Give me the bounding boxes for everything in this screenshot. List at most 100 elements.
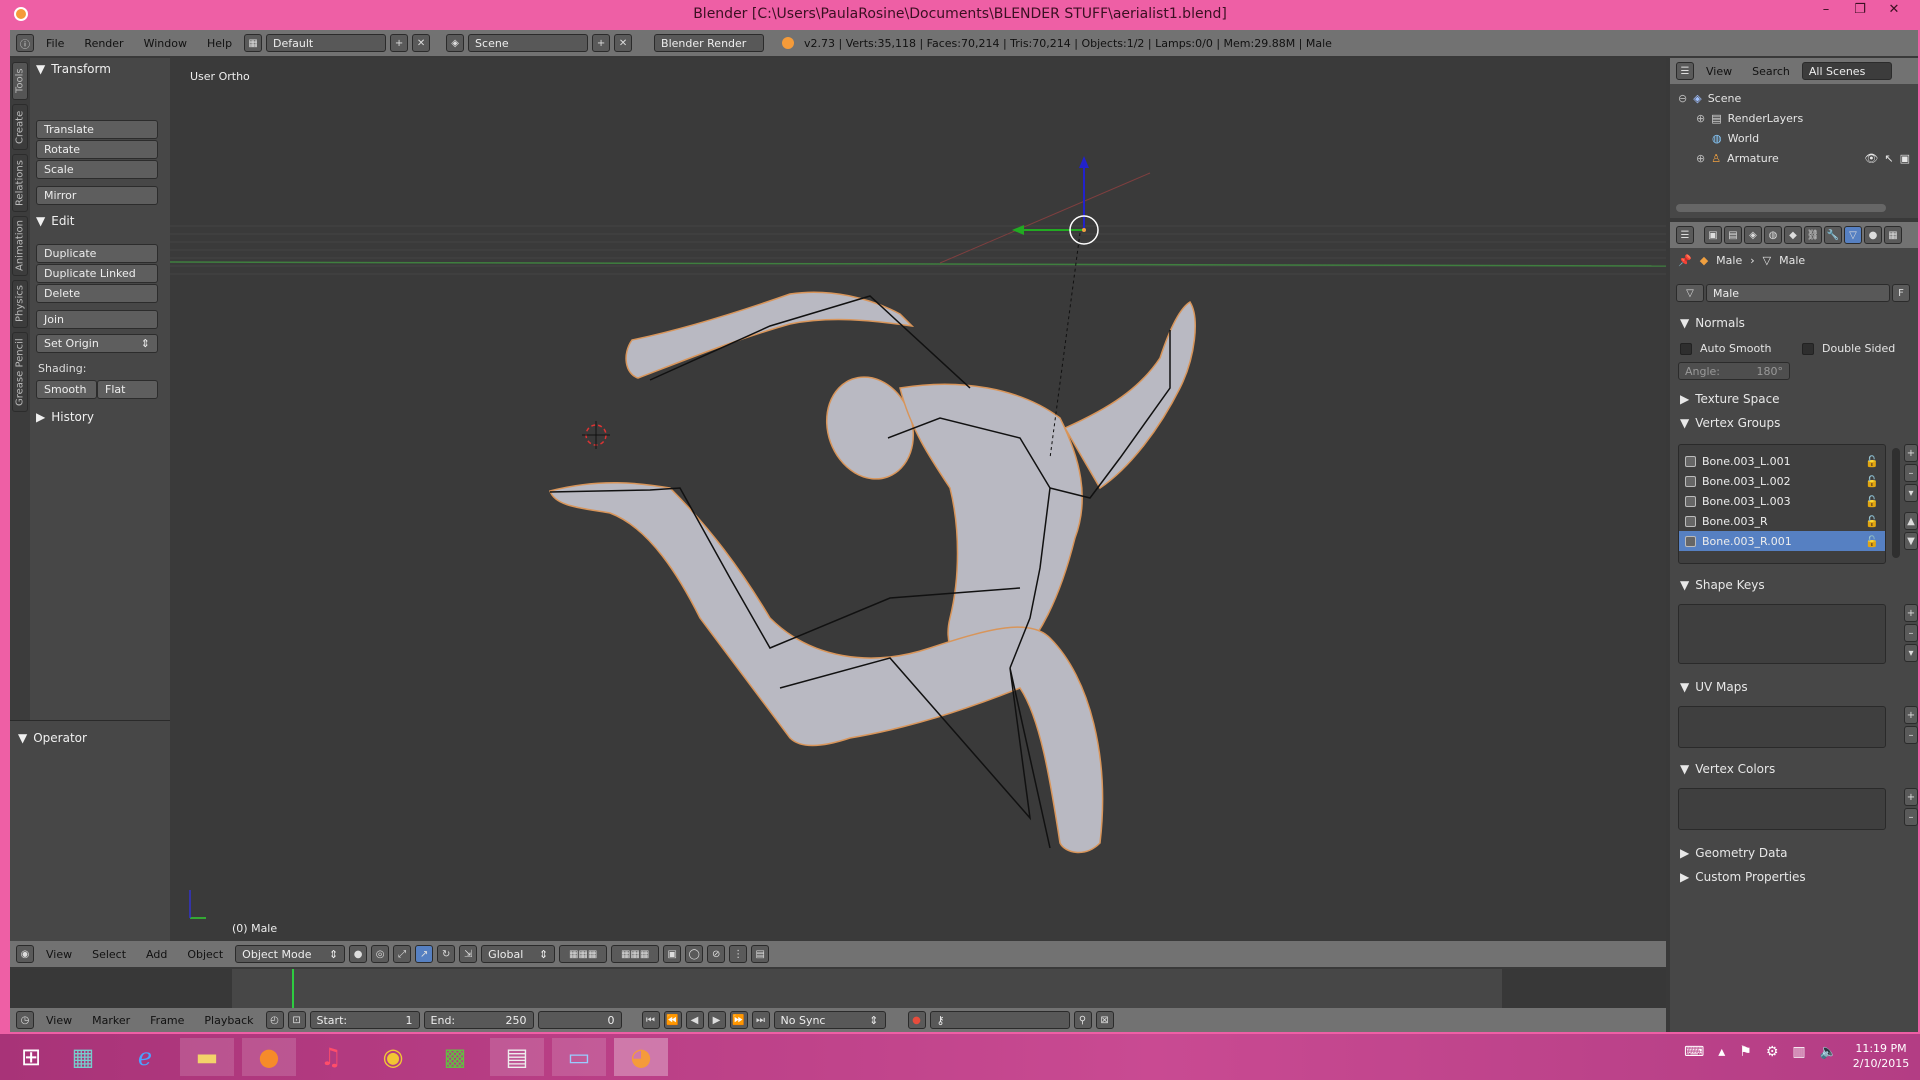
layers-grid-2-icon[interactable]: ▦▦▦ [611,945,660,963]
remove-screen-icon[interactable]: ✕ [412,34,431,52]
mode-select[interactable]: Object Mode ⇕ [235,945,346,963]
lock-icon[interactable]: 🔓 [1865,455,1879,468]
tab-create[interactable]: Create [12,104,28,150]
close-button[interactable]: ✕ [1880,2,1908,17]
world-tab-icon[interactable]: ◍ [1764,226,1782,244]
tab-grease-pencil[interactable]: Grease Pencil [12,332,28,412]
edit-panel-header[interactable]: ▼ Edit [36,214,74,228]
timeline-editor-icon[interactable]: ◷ [16,1011,34,1029]
firefox-icon[interactable]: ● [242,1038,296,1076]
vertex-group-item[interactable]: Bone.003_R 🔓 [1679,511,1885,531]
minecraft-icon[interactable]: ▩ [428,1038,482,1076]
current-frame-marker[interactable] [291,969,294,1009]
end-frame-field[interactable]: End: 250 [423,1011,534,1029]
render-layers-tab-icon[interactable]: ▤ [1724,226,1742,244]
add-scene-icon[interactable]: + [592,34,611,52]
lock-icon[interactable]: 🔓 [1865,535,1879,548]
scale-manipulator-icon[interactable]: ⇲ [459,945,478,963]
vertex-colors-panel-header[interactable]: ▼ Vertex Colors [1670,758,1775,780]
flag-icon[interactable]: ⚑ [1739,1044,1752,1060]
scene-field[interactable]: Scene [468,34,589,52]
material-tab-icon[interactable]: ● [1864,226,1882,244]
outliner-item-scene[interactable]: ⊖ ◈ Scene [1678,92,1741,105]
scene-tab-icon[interactable]: ◈ [1744,226,1762,244]
jump-end-icon[interactable]: ⏭ [751,1011,770,1029]
render-engine-select[interactable]: Blender Render [654,34,765,52]
properties-editor-icon[interactable]: ☰ [1676,226,1694,244]
translate-button[interactable]: Translate [36,120,158,139]
menu-outliner-view[interactable]: View [1698,65,1740,78]
render-preview-icon[interactable]: ▤ [751,945,770,963]
tab-tools[interactable]: Tools [12,62,28,100]
vertex-group-item[interactable]: Bone.003_L.002 🔓 [1679,471,1885,491]
outliner-scrollbar[interactable] [1676,204,1886,212]
blender-icon[interactable]: ◕ [614,1038,668,1076]
select-arrow-icon[interactable]: ↖ [1884,152,1893,165]
add-screen-icon[interactable]: + [390,34,409,52]
snap-target-icon[interactable]: ⋮ [729,945,748,963]
operator-panel-header[interactable]: ▼ Operator [18,731,87,745]
clock[interactable]: 11:19 PM 2/10/2015 [1846,1041,1916,1071]
data-tab-icon[interactable]: ▽ [1844,226,1862,244]
smooth-shading-button[interactable]: Smooth [36,380,97,399]
vertex-group-specials-button[interactable]: ▾ [1904,484,1918,502]
rotate-manipulator-icon[interactable]: ↻ [437,945,456,963]
lock-icon[interactable]: 🔓 [1865,475,1879,488]
menu-object[interactable]: Object [179,948,231,961]
maximize-button[interactable]: ❐ [1846,2,1874,17]
move-up-button[interactable]: ▲ [1904,512,1918,530]
texture-tab-icon[interactable]: ▦ [1884,226,1902,244]
auto-smooth-checkbox[interactable]: Auto Smooth [1680,342,1771,355]
outliner-item-armature[interactable]: ⊕ ♙ Armature 👁 ↖ ▣ [1696,152,1910,165]
menu-select[interactable]: Select [84,948,134,961]
outliner-item-world[interactable]: ◍ World [1712,132,1759,145]
lock-icon[interactable]: 🔓 [1865,515,1879,528]
mesh-browse-icon[interactable]: ▽ [1676,284,1704,302]
delete-button[interactable]: Delete [36,284,158,303]
rotate-button[interactable]: Rotate [36,140,158,159]
menu-add[interactable]: Add [138,948,175,961]
viewport-shading-icon[interactable]: ● [349,945,368,963]
double-sided-checkbox[interactable]: Double Sided [1802,342,1895,355]
lock-range-icon[interactable]: ⊡ [287,1011,306,1029]
jump-start-icon[interactable]: ⏮ [641,1011,660,1029]
shape-keys-list[interactable] [1678,604,1886,664]
object-tab-icon[interactable]: ◆ [1784,226,1802,244]
3d-viewport[interactable]: User Ortho (0) Male [170,58,1666,941]
uv-maps-panel-header[interactable]: ▼ UV Maps [1670,676,1748,698]
menu-view[interactable]: View [38,948,80,961]
uv-maps-list[interactable] [1678,706,1886,748]
set-origin-select[interactable]: Set Origin ⇕ [36,334,158,353]
tab-relations[interactable]: Relations [12,154,28,212]
layers-grid-icon[interactable]: ▦▦▦ [559,945,608,963]
constraints-tab-icon[interactable]: ⛓ [1804,226,1822,244]
remove-scene-icon[interactable]: ✕ [614,34,633,52]
menu-search[interactable]: Search [1744,65,1798,78]
move-down-button[interactable]: ▼ [1904,532,1918,550]
vertex-group-item[interactable]: Bone.003_L.003 🔓 [1679,491,1885,511]
screen-layout-field[interactable]: Default [266,34,387,52]
translate-manipulator-icon[interactable]: ↗ [415,945,434,963]
minimize-button[interactable]: – [1812,2,1840,17]
lock-icon[interactable]: 🔓 [1865,495,1879,508]
current-frame-field[interactable]: 0 [537,1011,622,1029]
explorer-tiles-icon[interactable]: ▦ [56,1038,110,1076]
keying-set-field[interactable]: ⚷ [929,1011,1070,1029]
start-frame-field[interactable]: Start: 1 [309,1011,420,1029]
keyboard-icon[interactable]: ⌨ [1684,1044,1704,1060]
scale-button[interactable]: Scale [36,160,158,179]
render-camera-icon[interactable]: ▣ [1900,152,1910,165]
vertex-group-item[interactable]: Bone.003_L.001 🔓 [1679,451,1885,471]
tab-physics[interactable]: Physics [12,280,28,328]
remove-shape-key-button[interactable]: – [1904,624,1918,642]
remove-uv-map-button[interactable]: – [1904,726,1918,744]
itunes-icon[interactable]: ♫ [304,1038,358,1076]
insert-keyframe-icon[interactable]: ⚲ [1073,1011,1092,1029]
vertex-group-item-selected[interactable]: Bone.003_R.001 🔓 [1679,531,1885,551]
menu-frame[interactable]: Frame [142,1014,192,1027]
modifiers-tab-icon[interactable]: 🔧 [1824,226,1842,244]
menu-render[interactable]: Render [76,37,131,50]
outliner-editor-icon[interactable]: ☰ [1676,62,1694,80]
menu-playback[interactable]: Playback [196,1014,261,1027]
vertex-groups-list[interactable]: Bone.003_L.001 🔓 Bone.003_L.002 🔓 Bone.003… [1678,444,1886,564]
